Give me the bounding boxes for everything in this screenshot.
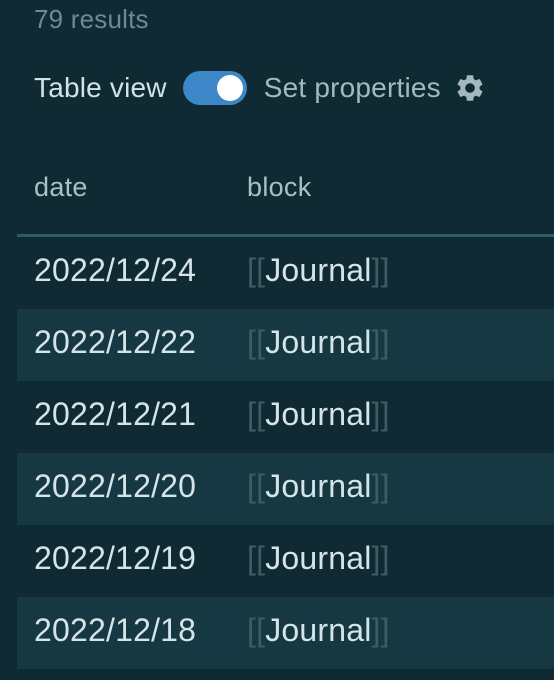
table-view-toggle[interactable] <box>182 71 247 105</box>
cell-date: 2022/12/21 <box>34 396 197 432</box>
gear-icon[interactable] <box>453 71 487 105</box>
page-ref-link[interactable]: Journal <box>265 612 371 648</box>
cell-block: [[Journal]] <box>247 396 390 433</box>
bracket-open: [[ <box>247 468 266 504</box>
set-properties-button[interactable]: Set properties <box>264 72 441 104</box>
cell-block: [[Journal]] <box>247 468 390 505</box>
table-row: 2022/12/18 [[Journal]] <box>17 597 554 669</box>
cell-date: 2022/12/20 <box>34 468 197 504</box>
table-row: 2022/12/21 [[Journal]] <box>17 381 554 453</box>
toggle-knob <box>216 75 243 101</box>
page-ref-link[interactable]: Journal <box>265 252 371 288</box>
column-header-date[interactable]: date <box>34 172 88 203</box>
results-count: 79 results <box>34 4 149 34</box>
query-results-panel: 79 results Table view Set properties dat… <box>0 0 554 680</box>
cell-date: 2022/12/19 <box>34 540 197 576</box>
bracket-close: ]] <box>371 324 390 360</box>
page-ref-link[interactable]: Journal <box>265 324 371 360</box>
cell-date: 2022/12/24 <box>34 252 197 288</box>
table-header: date block <box>17 150 554 237</box>
bracket-open: [[ <box>247 540 266 576</box>
results-table: date block 2022/12/24 [[Journal]] 2022/1… <box>17 150 554 669</box>
cell-date: 2022/12/22 <box>34 324 197 360</box>
query-controls: Table view Set properties <box>34 68 487 108</box>
bracket-open: [[ <box>247 252 266 288</box>
cell-block: [[Journal]] <box>247 324 390 361</box>
bracket-close: ]] <box>371 540 390 576</box>
bracket-close: ]] <box>371 468 390 504</box>
bracket-open: [[ <box>247 324 266 360</box>
table-view-label: Table view <box>34 72 167 103</box>
cell-block: [[Journal]] <box>247 612 390 649</box>
bracket-open: [[ <box>247 612 266 648</box>
bracket-close: ]] <box>371 396 390 432</box>
page-ref-link[interactable]: Journal <box>265 396 371 432</box>
cell-block: [[Journal]] <box>247 540 390 577</box>
table-row: 2022/12/19 [[Journal]] <box>17 525 554 597</box>
page-ref-link[interactable]: Journal <box>265 540 371 576</box>
column-header-block[interactable]: block <box>247 172 312 203</box>
cell-block: [[Journal]] <box>247 252 390 289</box>
table-row: 2022/12/20 [[Journal]] <box>17 453 554 525</box>
table-row: 2022/12/24 [[Journal]] <box>17 237 554 309</box>
page-ref-link[interactable]: Journal <box>265 468 371 504</box>
bracket-close: ]] <box>371 612 390 648</box>
bracket-open: [[ <box>247 396 266 432</box>
cell-date: 2022/12/18 <box>34 612 197 648</box>
bracket-close: ]] <box>371 252 390 288</box>
table-row: 2022/12/22 [[Journal]] <box>17 309 554 381</box>
